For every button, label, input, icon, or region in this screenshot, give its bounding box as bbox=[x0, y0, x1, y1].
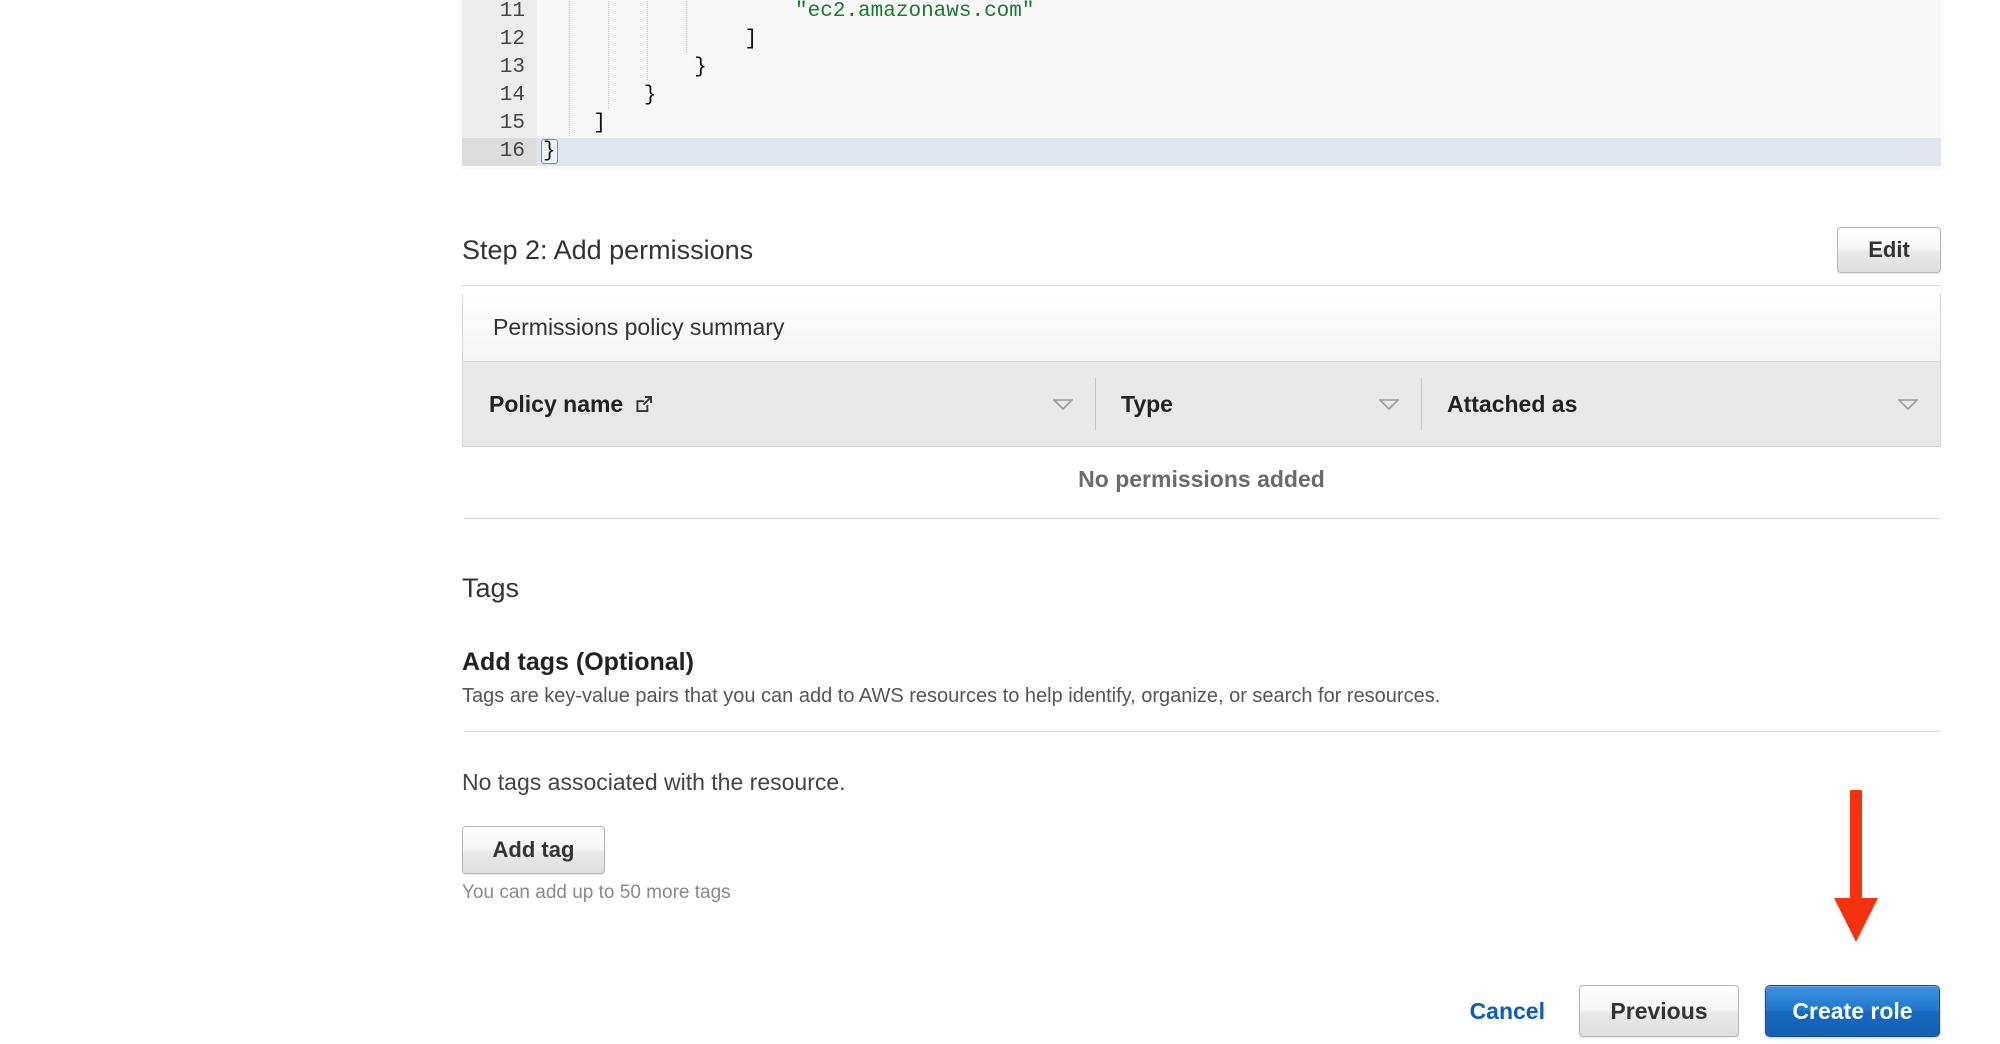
code-line-text: } bbox=[537, 138, 556, 166]
code-line[interactable]: 12 ] bbox=[462, 26, 1941, 54]
column-header-policy-name[interactable]: Policy name bbox=[463, 362, 1095, 446]
code-token: ] bbox=[745, 28, 758, 51]
line-number: 14 bbox=[462, 82, 537, 110]
step2-title: Step 2: Add permissions bbox=[462, 235, 753, 266]
line-number: 12 bbox=[462, 26, 537, 54]
permissions-panel-title: Permissions policy summary bbox=[463, 294, 1940, 362]
add-tag-button[interactable]: Add tag bbox=[462, 826, 605, 874]
step2-header-row: Step 2: Add permissions Edit bbox=[462, 222, 1941, 278]
editor-line-list: 10 "Service": [11 "ec2.amazonaws.com"12 … bbox=[462, 0, 1941, 166]
permissions-policy-summary-panel: Permissions policy summary Policy name bbox=[462, 294, 1941, 447]
column-header-policy-name-label: Policy name bbox=[489, 391, 623, 418]
tags-limit-hint: You can add up to 50 more tags bbox=[462, 882, 731, 904]
annotation-arrow-down-icon bbox=[1820, 790, 1892, 950]
code-line-text: } bbox=[537, 54, 707, 82]
sort-caret-type-icon[interactable] bbox=[1379, 399, 1399, 410]
sort-caret-attached-as-icon[interactable] bbox=[1898, 399, 1918, 410]
code-line-text: ] bbox=[537, 110, 606, 138]
permissions-table-header: Policy name Type bbox=[463, 362, 1940, 446]
tags-divider bbox=[464, 731, 1940, 732]
external-link-icon[interactable] bbox=[633, 393, 655, 415]
no-permissions-message: No permissions added bbox=[462, 448, 1941, 510]
add-tags-heading: Add tags (Optional) bbox=[462, 648, 694, 677]
tags-description: Tags are key-value pairs that you can ad… bbox=[462, 685, 1440, 708]
line-number: 13 bbox=[462, 54, 537, 82]
column-header-type[interactable]: Type bbox=[1095, 362, 1421, 446]
code-token: ] bbox=[593, 112, 606, 135]
code-line-text: ] bbox=[537, 26, 757, 54]
create-role-button[interactable]: Create role bbox=[1765, 985, 1940, 1037]
no-tags-message: No tags associated with the resource. bbox=[462, 769, 846, 796]
step2-divider bbox=[462, 285, 1941, 286]
column-header-attached-as[interactable]: Attached as bbox=[1421, 362, 1940, 446]
code-line[interactable]: 16} bbox=[462, 138, 1941, 166]
column-header-attached-as-label: Attached as bbox=[1447, 391, 1577, 418]
code-line-text: } bbox=[537, 82, 656, 110]
code-token: } bbox=[541, 139, 558, 164]
code-token: } bbox=[694, 56, 707, 79]
line-number: 15 bbox=[462, 110, 537, 138]
previous-button[interactable]: Previous bbox=[1579, 985, 1739, 1037]
code-token: } bbox=[644, 84, 657, 107]
code-token: "ec2.amazonaws.com" bbox=[795, 0, 1034, 23]
column-header-policy-name-label-wrap: Policy name bbox=[489, 391, 655, 418]
wizard-footer-actions: Cancel Previous Create role bbox=[1462, 985, 1940, 1037]
code-line[interactable]: 14 } bbox=[462, 82, 1941, 110]
line-number: 11 bbox=[462, 0, 537, 26]
code-line[interactable]: 13 } bbox=[462, 54, 1941, 82]
code-line[interactable]: 11 "ec2.amazonaws.com" bbox=[462, 0, 1941, 26]
cancel-link[interactable]: Cancel bbox=[1462, 992, 1553, 1031]
code-line-text: "ec2.amazonaws.com" bbox=[537, 0, 1035, 26]
policy-json-editor[interactable]: 10 "Service": [11 "ec2.amazonaws.com"12 … bbox=[462, 0, 1941, 170]
line-number: 16 bbox=[462, 138, 537, 166]
sort-caret-policy-name-icon[interactable] bbox=[1053, 399, 1073, 410]
create-role-wizard-page: 10 "Service": [11 "ec2.amazonaws.com"12 … bbox=[0, 0, 2000, 1044]
code-line[interactable]: 15 ] bbox=[462, 110, 1941, 138]
tags-section-title: Tags bbox=[462, 573, 519, 604]
edit-permissions-button[interactable]: Edit bbox=[1837, 227, 1941, 273]
permissions-bottom-divider bbox=[464, 518, 1940, 519]
column-header-type-label: Type bbox=[1121, 391, 1173, 418]
